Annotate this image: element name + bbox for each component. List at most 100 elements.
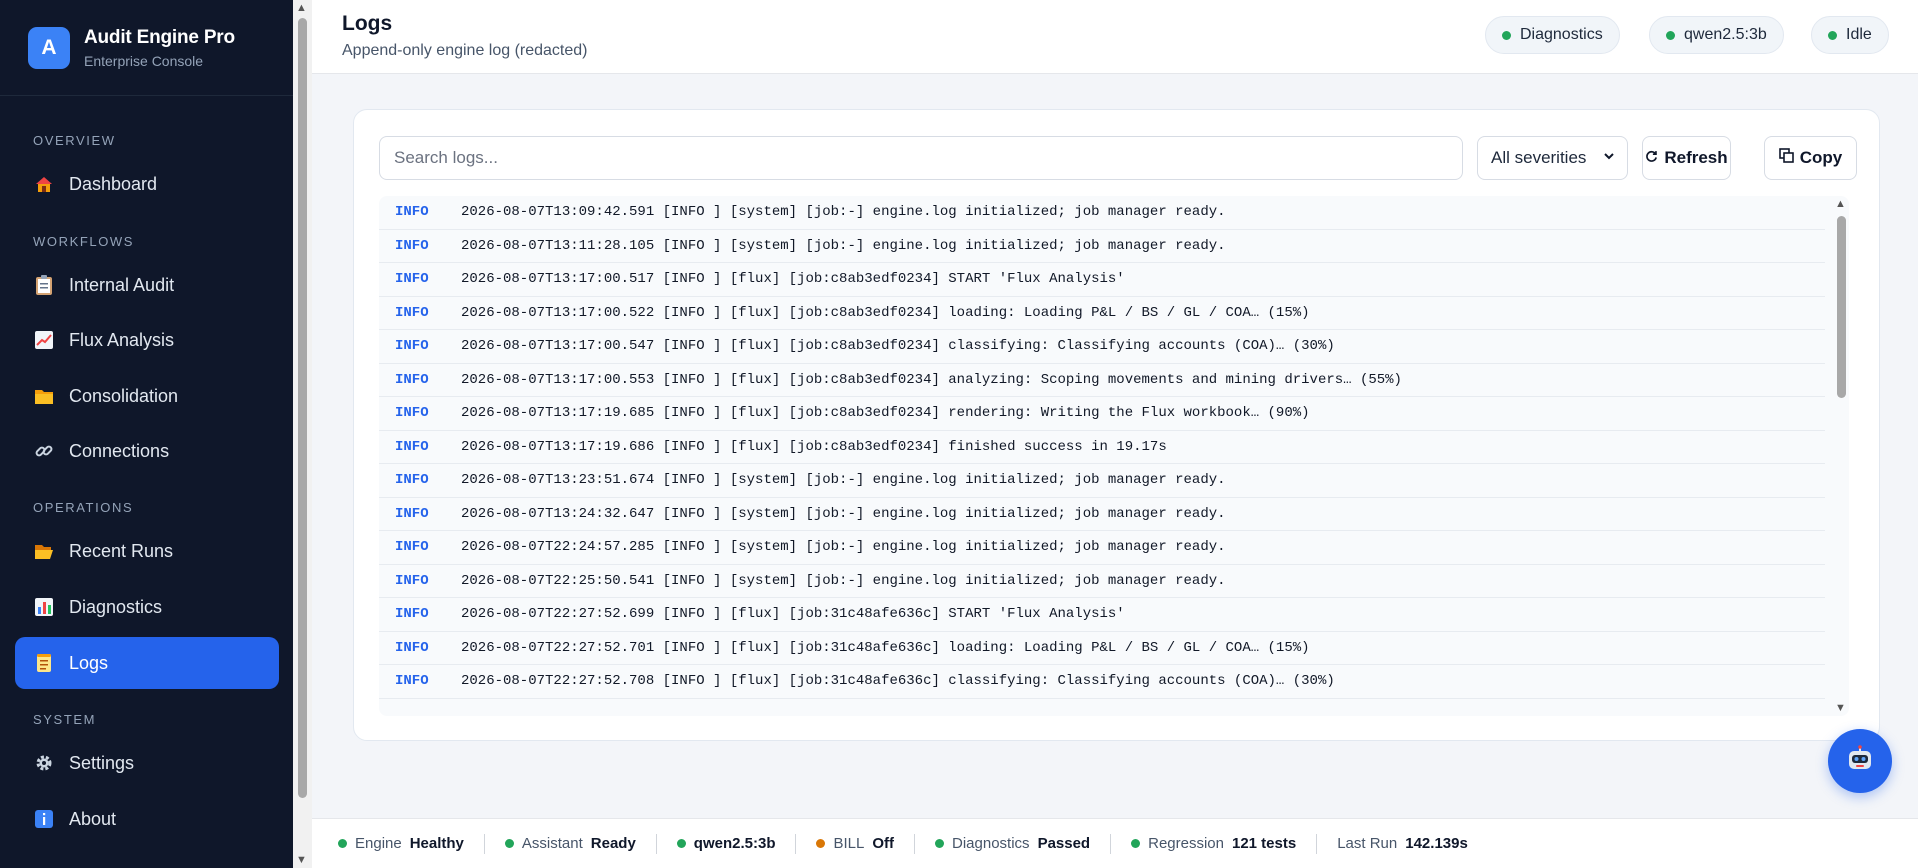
section-label-workflows: WORKFLOWS — [33, 234, 135, 249]
sidebar-item-flux-analysis[interactable]: Flux Analysis — [15, 314, 279, 366]
refresh-icon — [1645, 148, 1658, 168]
status-pill-label: qwen2.5:3b — [1684, 26, 1767, 43]
status-label: Last Run — [1337, 835, 1398, 852]
page-scrollbar-thumb[interactable] — [298, 18, 307, 798]
brand-logo: A — [28, 26, 70, 69]
log-row: INFO 2026-08-07T13:09:42.591 [INFO ] [sys… — [379, 196, 1825, 230]
log-row: INFO 2026-08-07T22:24:57.285 [INFO ] [sys… — [379, 531, 1825, 565]
copy-button[interactable]: Copy — [1764, 136, 1857, 180]
brand-subtitle: Enterprise Console — [84, 52, 204, 69]
status-item: Engine Healthy — [338, 833, 485, 854]
severity-select-value: All severities — [1491, 148, 1587, 167]
log-row: INFO 2026-08-07T22:27:52.701 [INFO ] [flu… — [379, 632, 1825, 665]
status-value: Passed — [1037, 835, 1091, 852]
copy-button-label: Copy — [1799, 148, 1843, 167]
status-value: Off — [872, 835, 895, 852]
sidebar-item-recent-runs[interactable]: Recent Runs — [15, 525, 279, 577]
assistant-button[interactable] — [1828, 729, 1892, 793]
status-label: Engine — [355, 835, 402, 852]
page-title: Logs — [342, 12, 393, 35]
sidebar-item-label: Connections — [69, 440, 170, 461]
status-item: Assistant Ready — [504, 833, 657, 854]
log-severity: INFO — [395, 304, 429, 321]
sidebar-item-label: Settings — [69, 752, 135, 773]
page-subtitle: Append-only engine log (redacted) — [342, 42, 588, 59]
section-label-overview: OVERVIEW — [33, 133, 116, 148]
folder-icon — [33, 385, 55, 407]
log-message: 2026-08-07T13:17:19.686 [INFO ] [flux] [… — [461, 438, 1167, 455]
link-icon — [33, 440, 55, 462]
sidebar-item-about[interactable]: About — [15, 793, 279, 845]
log-message: 2026-08-07T13:11:28.105 [INFO ] [system]… — [461, 237, 1226, 254]
status-pill-model: qwen2.5:3b — [1649, 16, 1784, 54]
log-severity: INFO — [395, 539, 429, 556]
log-message: 2026-08-07T13:17:19.685 [INFO ] [flux] [… — [461, 405, 1310, 422]
page-scrollbar[interactable]: ▲ ▼ — [293, 0, 312, 868]
refresh-button[interactable]: Refresh — [1642, 136, 1731, 180]
log-row: INFO 2026-08-07T13:17:00.547 [INFO ] [flu… — [379, 330, 1825, 364]
sidebar-item-connections[interactable]: Connections — [15, 425, 279, 477]
scroll-up-arrow-icon[interactable]: ▲ — [296, 2, 307, 14]
log-severity: INFO — [395, 237, 429, 254]
status-bar: Engine Healthy Assistant Ready qwen2.5:3b BIL… — [312, 818, 1918, 868]
scroll-down-arrow-icon[interactable]: ▼ — [1835, 702, 1846, 714]
sidebar-item-label: Flux Analysis — [69, 329, 175, 350]
log-scrollbar-thumb[interactable] — [1837, 216, 1846, 398]
sidebar-item-settings[interactable]: Settings — [15, 737, 279, 789]
log-severity: INFO — [395, 271, 429, 288]
log-message: 2026-08-07T13:23:51.674 [INFO ] [system]… — [461, 472, 1226, 489]
log-scrollbar[interactable]: ▲ ▼ — [1833, 196, 1849, 716]
sidebar-item-dashboard[interactable]: Dashboard — [15, 158, 279, 210]
section-label-system: SYSTEM — [33, 712, 97, 727]
log-message: 2026-08-07T22:27:52.708 [INFO ] [flux] [… — [461, 673, 1335, 690]
log-message: 2026-08-07T22:25:50.541 [INFO ] [system]… — [461, 572, 1226, 589]
sidebar-item-label: Dashboard — [69, 173, 158, 194]
status-value: qwen2.5:3b — [693, 835, 776, 852]
sidebar-item-diagnostics[interactable]: Diagnostics — [15, 581, 279, 633]
log-severity: INFO — [395, 371, 429, 388]
chevron-down-icon — [1603, 150, 1615, 165]
info-icon — [33, 808, 55, 830]
log-severity: INFO — [395, 572, 429, 589]
status-label: Assistant — [521, 835, 583, 852]
log-row: INFO 2026-08-07T22:27:52.699 [INFO ] [flu… — [379, 598, 1825, 632]
scroll-down-arrow-icon[interactable]: ▼ — [296, 854, 307, 866]
sidebar-item-consolidation[interactable]: Consolidation — [15, 370, 279, 422]
log-row: INFO 2026-08-07T22:27:52.708 [INFO ] [flu… — [379, 665, 1825, 699]
status-pill-label: Diagnostics — [1520, 26, 1603, 43]
search-input[interactable] — [379, 136, 1463, 180]
log-message: 2026-08-07T13:17:00.517 [INFO ] [flux] [… — [461, 271, 1125, 288]
log-message: 2026-08-07T13:17:00.553 [INFO ] [flux] [… — [461, 371, 1402, 388]
log-row: INFO 2026-08-07T13:11:28.105 [INFO ] [sys… — [379, 230, 1825, 263]
sidebar: A Audit Engine Pro Enterprise Console OV… — [0, 0, 293, 868]
robot-icon — [1845, 744, 1875, 779]
log-message: 2026-08-07T13:09:42.591 [INFO ] [system]… — [461, 204, 1226, 221]
bar-chart-icon — [33, 596, 55, 618]
refresh-button-label: Refresh — [1664, 148, 1728, 167]
scroll-up-arrow-icon[interactable]: ▲ — [1835, 198, 1846, 210]
status-dot-icon — [676, 839, 686, 848]
brand-title: Audit Engine Pro — [84, 26, 235, 48]
log-severity: INFO — [395, 505, 429, 522]
page-header: Logs Append-only engine log (redacted) D… — [312, 0, 1918, 74]
status-dot-icon — [935, 839, 945, 848]
log-severity: INFO — [395, 204, 429, 221]
log-row: INFO 2026-08-07T13:24:32.647 [INFO ] [sys… — [379, 498, 1825, 531]
status-pill-idle: Idle — [1811, 16, 1889, 54]
severity-select[interactable]: All severities — [1477, 136, 1628, 180]
sidebar-item-label: Recent Runs — [69, 540, 174, 561]
status-pill-diagnostics: Diagnostics — [1485, 16, 1620, 54]
sidebar-item-logs[interactable]: Logs — [15, 637, 279, 689]
log-message: 2026-08-07T22:27:52.699 [INFO ] [flux] [… — [461, 606, 1125, 623]
sidebar-item-label: Diagnostics — [69, 596, 163, 617]
log-row: INFO 2026-08-07T13:17:00.522 [INFO ] [flu… — [379, 297, 1825, 330]
status-dot-icon — [1828, 30, 1837, 40]
log-severity: INFO — [395, 639, 429, 656]
status-label: BILL — [833, 835, 865, 852]
copy-icon — [1778, 148, 1794, 168]
sidebar-item-label: Logs — [69, 652, 109, 673]
status-value: Ready — [590, 835, 636, 852]
log-viewer[interactable]: INFO 2026-08-07T13:09:42.591 [INFO ] [sys… — [379, 196, 1849, 716]
log-row: INFO 2026-08-07T13:17:00.553 [INFO ] [flu… — [379, 364, 1825, 397]
sidebar-item-internal-audit[interactable]: Internal Audit — [15, 259, 279, 311]
